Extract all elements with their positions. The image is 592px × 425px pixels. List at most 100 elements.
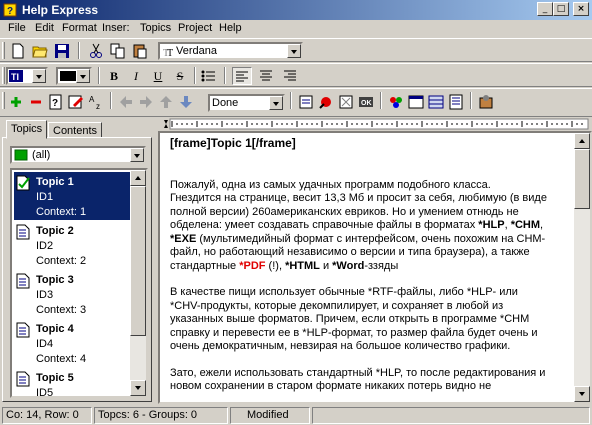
menu-topics[interactable]: Topics [140, 22, 171, 34]
bold-button[interactable]: B [104, 67, 124, 85]
back-arrow-icon[interactable] [118, 94, 134, 110]
chevron-down-icon[interactable] [287, 44, 301, 58]
menu-help[interactable]: Help [219, 22, 242, 34]
scroll-up-button[interactable] [574, 133, 590, 149]
edit-topic-icon[interactable] [68, 94, 84, 110]
chevron-down-icon[interactable] [269, 96, 283, 110]
text-line: стандартные *PDF (!), *HTML и *Word-ззяд… [170, 259, 399, 272]
copy-icon[interactable] [110, 43, 126, 59]
topic-status-value: Done [212, 97, 239, 109]
close-button[interactable]: × [573, 2, 589, 16]
toolbar-grip[interactable] [2, 67, 5, 84]
table-icon[interactable] [428, 94, 444, 110]
color-swatch [60, 71, 76, 81]
topic-done-icon [16, 175, 30, 191]
topic-editor[interactable]: [frame]Topic 1[/frame] Пожалуй, одна из … [158, 131, 592, 404]
text-line: обделена: умеет создавать справочные фай… [170, 219, 544, 231]
menu-edit[interactable]: Edit [35, 22, 54, 34]
underline-button[interactable]: U [148, 67, 168, 85]
text-line: Гнездится на странице, весит 13,3 Мб и п… [170, 192, 547, 204]
align-center-button[interactable] [256, 67, 276, 85]
paste-icon[interactable] [132, 43, 148, 59]
topics-filter-combo[interactable]: (all) [10, 146, 146, 164]
scroll-up-button[interactable] [130, 170, 146, 186]
font-size-combo[interactable]: TI [6, 67, 48, 85]
toolbar-separator [290, 92, 292, 109]
chevron-down-icon[interactable] [76, 69, 90, 83]
delete-topic-icon[interactable] [28, 94, 44, 110]
color-palette-icon[interactable] [388, 94, 404, 110]
browse-sequence-icon[interactable] [298, 94, 314, 110]
text-line: *CHV-продукты, которые декомпилирует, и … [170, 299, 504, 312]
ruler[interactable] [158, 117, 592, 131]
topic-title: Topic 5 [36, 372, 74, 384]
scroll-thumb[interactable] [130, 186, 146, 336]
chevron-down-icon[interactable] [32, 69, 46, 83]
align-right-button[interactable] [280, 67, 300, 85]
status-empty-panel [312, 407, 590, 424]
text-line: Пожалуй, одна из самых удачных программ … [170, 178, 491, 191]
save-icon[interactable] [54, 43, 70, 59]
group-icon [14, 149, 28, 161]
scroll-down-button[interactable] [574, 386, 590, 402]
topic-document-icon [16, 371, 30, 387]
editor-scrollbar[interactable] [574, 133, 590, 402]
toolbar-grip[interactable] [2, 42, 5, 59]
menu-format[interactable]: Format [62, 22, 97, 34]
add-topic-icon[interactable] [8, 94, 24, 110]
modified-indicator: Modified [230, 407, 310, 424]
chevron-down-icon[interactable] [130, 148, 144, 162]
svg-text:?: ? [52, 98, 58, 109]
forward-arrow-icon[interactable] [138, 94, 154, 110]
tab-contents[interactable]: Contents [48, 122, 103, 138]
up-arrow-icon[interactable] [158, 94, 174, 110]
sort-topics-icon[interactable]: Az [88, 94, 104, 110]
ok-icon[interactable]: OK [358, 94, 374, 110]
font-color-combo[interactable] [56, 67, 92, 85]
compile-icon[interactable] [338, 94, 354, 110]
list-item[interactable]: Topic 3 ID3 Context: 3 [14, 270, 132, 318]
window-icon[interactable] [408, 94, 424, 110]
maximize-button[interactable]: □ [553, 2, 569, 16]
keywords-icon[interactable] [318, 94, 334, 110]
text-line: Зато, ежели использовать стандартный *HL… [170, 366, 546, 379]
toolbar-separator [110, 92, 112, 109]
bullets-icon[interactable] [200, 68, 216, 84]
list-item[interactable]: Topic 5 ID5 [14, 368, 132, 396]
menu-project[interactable]: Project [178, 22, 212, 34]
align-left-button[interactable] [232, 67, 252, 85]
topic-heading: [frame]Topic 1[/frame] [170, 136, 296, 150]
topic-status-combo[interactable]: Done [208, 94, 285, 112]
down-arrow-icon[interactable] [178, 94, 194, 110]
project-settings-icon[interactable] [478, 94, 494, 110]
toolbar-separator [470, 92, 472, 109]
list-item[interactable]: Topic 4 ID4 Context: 4 [14, 319, 132, 367]
scroll-down-button[interactable] [130, 380, 146, 396]
font-name-combo[interactable]: TT Verdana [158, 42, 303, 60]
cut-icon[interactable] [88, 43, 104, 59]
topic-document-icon [16, 224, 30, 240]
open-folder-icon[interactable] [32, 43, 48, 59]
list-item[interactable]: Topic 1 ID1 Context: 1 [14, 172, 132, 220]
editor-content[interactable]: [frame]Topic 1[/frame] Пожалуй, одна из … [170, 136, 574, 402]
topic-id: ID4 [36, 338, 54, 350]
topic-title: Topic 3 [36, 274, 74, 286]
topics-count: Topcs: 6 - Groups: 0 [94, 407, 228, 424]
topics-scrollbar[interactable] [130, 170, 146, 396]
list-item[interactable]: Topic 2 ID2 Context: 2 [14, 221, 132, 269]
toolbar-grip[interactable] [2, 92, 5, 109]
list-icon[interactable] [448, 94, 464, 110]
scroll-thumb[interactable] [574, 149, 590, 209]
paragraph-3: Зато, ежели использовать стандартный *HL… [170, 367, 574, 394]
tab-topics[interactable]: Topics [6, 120, 48, 139]
menu-file[interactable]: File [8, 22, 26, 34]
new-file-icon[interactable] [10, 43, 26, 59]
topic-context: Context: 2 [36, 255, 87, 267]
topic-properties-icon[interactable]: ? [48, 94, 64, 110]
menu-insert[interactable]: Inser: [102, 22, 130, 34]
truetype-icon: TT [163, 48, 173, 57]
minimize-button[interactable]: _ [537, 2, 553, 16]
strikethrough-button[interactable]: S [170, 67, 190, 85]
toolbar-separator [224, 67, 226, 84]
italic-button[interactable]: I [126, 67, 146, 85]
